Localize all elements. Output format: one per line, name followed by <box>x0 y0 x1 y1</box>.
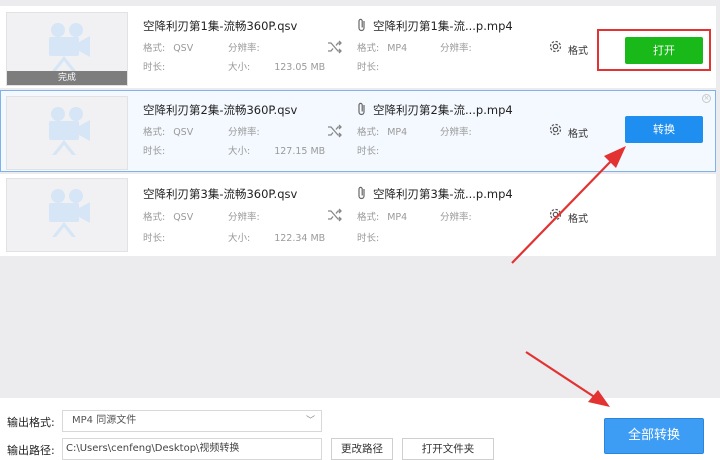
output-format: 格式: MP4 <box>357 127 408 138</box>
video-thumbnail <box>6 178 128 252</box>
output-format: 格式: MP4 <box>357 43 408 54</box>
paperclip-icon <box>358 18 365 32</box>
output-resolution: 分辨率: <box>440 212 472 223</box>
output-resolution: 分辨率: <box>440 127 472 138</box>
annotation-highlight-box <box>597 29 711 71</box>
source-resolution: 分辨率: <box>228 43 260 54</box>
output-file-name: 空降利刃第1集-流...p.mp4 <box>373 19 513 33</box>
output-file-name: 空降利刃第2集-流...p.mp4 <box>373 103 513 117</box>
source-size: 大小: 122.34 MB <box>228 233 326 244</box>
file-row-1[interactable]: 完成 空降利刃第1集-流畅360P.qsv 格式: QSV 分辨率: 时长: 大小… <box>0 6 716 88</box>
output-format: 格式: MP4 <box>357 212 408 223</box>
format-settings-label[interactable]: 格式 <box>568 210 588 225</box>
status-done-bar: 完成 <box>7 71 127 85</box>
output-duration: 时长: <box>357 62 380 73</box>
shuffle-icon <box>328 40 342 54</box>
video-thumbnail <box>6 96 128 170</box>
open-folder-button[interactable]: 打开文件夹 <box>402 438 494 460</box>
shuffle-icon <box>328 124 342 138</box>
video-camera-icon <box>49 189 90 237</box>
gear-icon[interactable] <box>548 207 563 222</box>
source-size: 大小: 123.05 MB <box>228 62 326 73</box>
shuffle-icon <box>328 208 342 222</box>
annotation-arrow-2 <box>525 351 597 399</box>
output-file-name: 空降利刃第3集-流...p.mp4 <box>373 187 513 201</box>
output-resolution: 分辨率: <box>440 43 472 54</box>
paperclip-icon <box>358 186 365 200</box>
convert-button[interactable]: 转换 <box>625 116 703 143</box>
file-row-2[interactable]: × 空降利刃第2集-流畅360P.qsv 格式: QSV 分辨率: 时长: 大小:… <box>0 90 716 172</box>
source-format: 格式: QSV <box>143 212 194 223</box>
output-path-label: 输出路径: <box>7 444 55 457</box>
source-file-name: 空降利刃第1集-流畅360P.qsv <box>143 19 298 33</box>
source-size: 大小: 127.15 MB <box>228 146 326 157</box>
source-resolution: 分辨率: <box>228 127 260 138</box>
source-duration: 时长: <box>143 233 166 244</box>
source-format: 格式: QSV <box>143 127 194 138</box>
file-row-3[interactable]: 空降利刃第3集-流畅360P.qsv 格式: QSV 分辨率: 时长: 大小: 12… <box>0 174 716 256</box>
source-resolution: 分辨率: <box>228 212 260 223</box>
source-duration: 时长: <box>143 62 166 73</box>
change-path-button[interactable]: 更改路径 <box>331 438 393 460</box>
output-format-label: 输出格式: <box>7 416 55 429</box>
format-settings-label[interactable]: 格式 <box>568 125 588 140</box>
video-thumbnail: 完成 <box>6 12 128 86</box>
format-settings-label[interactable]: 格式 <box>568 42 588 57</box>
video-camera-icon <box>49 107 90 155</box>
gear-icon[interactable] <box>548 122 563 137</box>
gear-icon[interactable] <box>548 39 563 54</box>
video-camera-icon <box>49 23 90 71</box>
output-format-select[interactable]: MP4 同源文件 ﹀ <box>62 410 322 432</box>
paperclip-icon <box>358 102 365 116</box>
output-duration: 时长: <box>357 233 380 244</box>
source-format: 格式: QSV <box>143 43 194 54</box>
output-duration: 时长: <box>357 146 380 157</box>
source-file-name: 空降利刃第3集-流畅360P.qsv <box>143 187 298 201</box>
convert-all-button[interactable]: 全部转换 <box>604 418 704 454</box>
source-duration: 时长: <box>143 146 166 157</box>
output-format-value: MP4 同源文件 <box>72 415 137 426</box>
output-path-input[interactable]: C:\Users\cenfeng\Desktop\视频转换 <box>62 438 322 460</box>
chevron-down-icon: ﹀ <box>305 416 315 426</box>
close-icon[interactable]: × <box>702 94 711 103</box>
source-file-name: 空降利刃第2集-流畅360P.qsv <box>143 103 298 117</box>
